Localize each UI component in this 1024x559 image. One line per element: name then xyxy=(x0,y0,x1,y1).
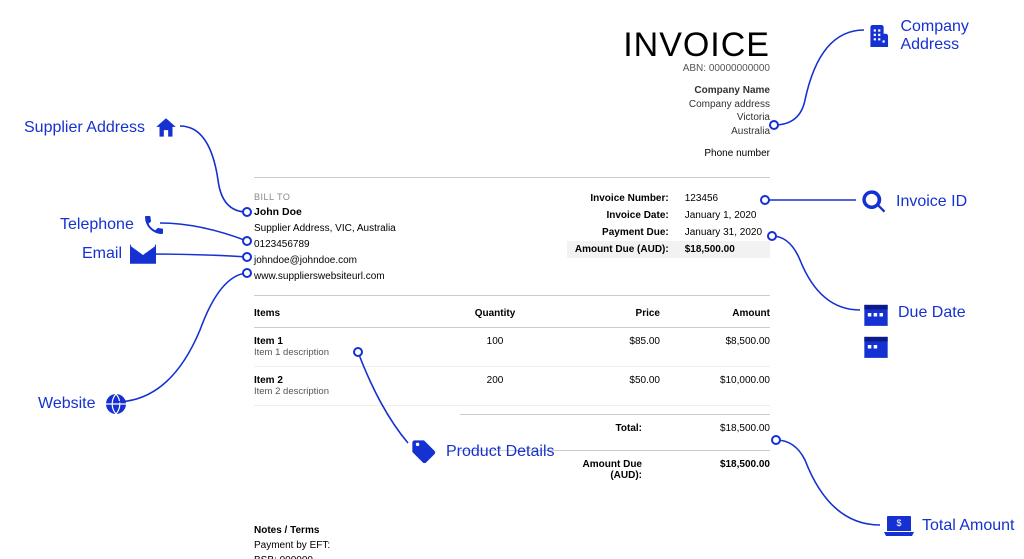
total-value: $18,500.00 xyxy=(660,423,770,434)
bill-to-label: BILL TO xyxy=(254,190,567,204)
col-items: Items xyxy=(254,308,440,319)
notes-block: Notes / Terms Payment by EFT: BSB: 00000… xyxy=(254,523,770,559)
item-name: Item 2 xyxy=(254,375,440,386)
ann-label: Total Amount xyxy=(922,517,1015,535)
item-price: $50.00 xyxy=(550,375,660,397)
company-phone: Phone number xyxy=(254,148,770,159)
anchor-dot xyxy=(767,231,777,241)
item-desc: Item 1 description xyxy=(254,347,440,358)
ann-label: Due Date xyxy=(898,304,966,322)
item-desc: Item 2 description xyxy=(254,386,440,397)
laptop-money-icon: $ xyxy=(884,514,914,538)
abn-label: ABN: xyxy=(683,63,706,74)
ann-supplier-address: Supplier Address xyxy=(24,115,179,141)
meta-amtdue-label: Amount Due (AUD): xyxy=(567,241,677,258)
phone-icon xyxy=(142,213,166,237)
ann-label: Website xyxy=(38,395,96,413)
ann-label: Invoice ID xyxy=(896,193,967,211)
tag-icon xyxy=(410,438,438,466)
anchor-dot xyxy=(353,347,363,357)
globe-icon xyxy=(104,392,128,416)
bill-to-website: www.supplierswebsiteurl.com xyxy=(254,269,567,285)
ann-total-amount: $ Total Amount xyxy=(884,514,1015,538)
ann-telephone: Telephone xyxy=(60,213,166,237)
item-row: Item 2 Item 2 description 200 $50.00 $10… xyxy=(254,367,770,406)
mail-icon xyxy=(130,244,156,264)
home-icon xyxy=(153,115,179,141)
meta-invno-value: 123456 xyxy=(677,190,770,207)
meta-amtdue-value: $18,500.00 xyxy=(677,241,770,258)
ann-company-address: Company Address xyxy=(866,18,1024,54)
ann-label: Product Details xyxy=(446,443,555,461)
invoice-meta: Invoice Number: 123456 Invoice Date: Jan… xyxy=(567,190,770,285)
meta-paydue-label: Payment Due: xyxy=(567,224,677,241)
item-price: $85.00 xyxy=(550,336,660,358)
item-row: Item 1 Item 1 description 100 $85.00 $8,… xyxy=(254,328,770,367)
col-qty: Quantity xyxy=(440,308,550,319)
company-block: Company Name Company address Victoria Au… xyxy=(254,84,770,138)
item-amount: $10,000.00 xyxy=(660,375,770,397)
anchor-dot xyxy=(760,195,770,205)
abn-line: ABN: 00000000000 xyxy=(254,63,770,74)
due-label: Amount Due (AUD): xyxy=(550,459,660,481)
abn-value: 00000000000 xyxy=(709,63,770,74)
item-name: Item 1 xyxy=(254,336,440,347)
anchor-dot xyxy=(771,435,781,445)
invoice-sheet: INVOICE ABN: 00000000000 Company Name Co… xyxy=(224,0,800,559)
item-qty: 200 xyxy=(440,375,550,397)
meta-invdate-value: January 1, 2020 xyxy=(677,207,770,224)
ann-product-details: Product Details xyxy=(410,438,555,466)
ann-invoice-id: Invoice ID xyxy=(860,188,967,216)
notes-line: BSB: 000000 xyxy=(254,553,770,559)
ann-label: Telephone xyxy=(60,216,134,234)
company-name: Company Name xyxy=(254,84,770,98)
meta-invno-label: Invoice Number: xyxy=(567,190,677,207)
bill-meta-row: BILL TO John Doe Supplier Address, VIC, … xyxy=(254,177,770,296)
meta-invdate-label: Invoice Date: xyxy=(567,207,677,224)
meta-paydue-value: January 31, 2020 xyxy=(677,224,770,241)
bill-to-block: BILL TO John Doe Supplier Address, VIC, … xyxy=(254,190,567,285)
search-icon xyxy=(860,188,888,216)
item-qty: 100 xyxy=(440,336,550,358)
anchor-dot xyxy=(242,236,252,246)
invoice-title: INVOICE xyxy=(254,26,770,65)
calendar-icon xyxy=(862,332,890,358)
notes-heading: Notes / Terms xyxy=(254,523,770,538)
ann-label: Company Address xyxy=(900,18,1024,54)
col-price: Price xyxy=(550,308,660,319)
item-amount: $8,500.00 xyxy=(660,336,770,358)
anchor-dot xyxy=(242,252,252,262)
calendar-icon xyxy=(862,300,890,326)
items-header: Items Quantity Price Amount xyxy=(254,300,770,328)
building-icon xyxy=(866,22,892,50)
notes-line: Payment by EFT: xyxy=(254,538,770,553)
anchor-dot xyxy=(242,207,252,217)
ann-email: Email xyxy=(82,244,156,264)
ann-due-date: Due Date xyxy=(862,300,966,358)
anchor-dot xyxy=(242,268,252,278)
company-country: Australia xyxy=(254,125,770,139)
bill-to-email: johndoe@johndoe.com xyxy=(254,253,567,269)
anchor-dot xyxy=(769,120,779,130)
bill-to-address: Supplier Address, VIC, Australia xyxy=(254,221,567,237)
bill-to-name: John Doe xyxy=(254,204,567,221)
invoice-header: INVOICE ABN: 00000000000 Company Name Co… xyxy=(254,26,770,159)
svg-text:$: $ xyxy=(896,518,901,528)
bill-to-phone: 0123456789 xyxy=(254,237,567,253)
ann-label: Supplier Address xyxy=(24,119,145,137)
due-value: $18,500.00 xyxy=(660,459,770,481)
ann-website: Website xyxy=(38,392,128,416)
company-state: Victoria xyxy=(254,111,770,125)
total-label: Total: xyxy=(550,423,660,434)
col-amount: Amount xyxy=(660,308,770,319)
ann-label: Email xyxy=(82,245,122,263)
company-address: Company address xyxy=(254,98,770,112)
